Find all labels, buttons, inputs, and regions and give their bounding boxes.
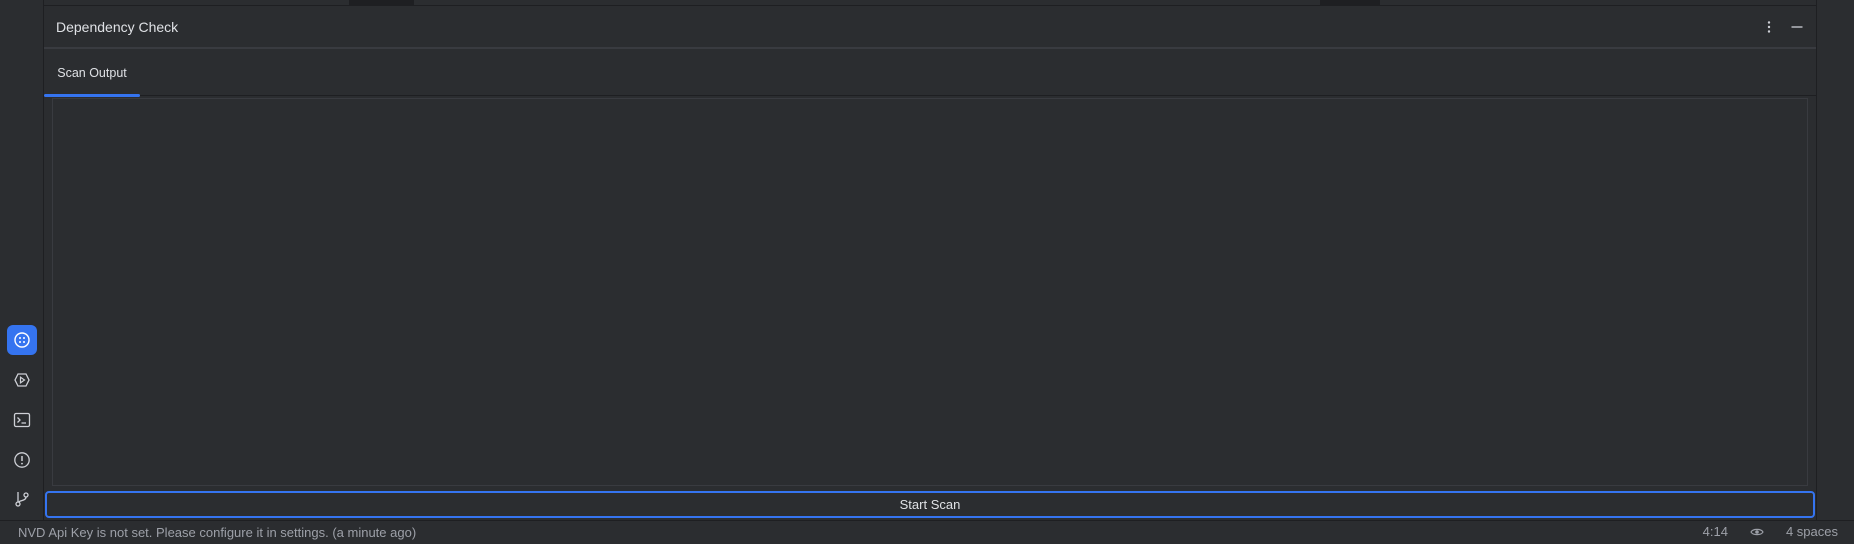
status-widgets: 4:14 4 spaces [1703, 524, 1838, 539]
right-tool-stripe [1816, 0, 1854, 520]
tool-window-actions [1758, 16, 1808, 38]
tab-label: Scan Output [57, 65, 127, 80]
status-message[interactable]: NVD Api Key is not set. Please configure… [18, 525, 416, 540]
readonly-toggle[interactable] [1750, 525, 1764, 539]
scan-output-area[interactable] [52, 98, 1808, 486]
tool-window-tabs: Scan Output [44, 49, 1816, 97]
editor-tab-edge [414, 0, 1320, 5]
problems-stripe-button[interactable] [7, 445, 37, 475]
dependency-check-icon [14, 332, 30, 348]
problems-icon [14, 452, 30, 468]
start-scan-button[interactable]: Start Scan [45, 491, 1815, 518]
tool-window-title: Dependency Check [56, 19, 179, 35]
start-scan-label: Start Scan [899, 497, 961, 512]
ide-window: Dependency Check Scan Output Start Scan … [0, 0, 1854, 544]
eye-icon [1750, 528, 1764, 535]
terminal-icon [13, 412, 31, 428]
minimize-icon [1791, 26, 1803, 28]
more-options-button[interactable] [1758, 16, 1780, 38]
run-icon [14, 373, 30, 387]
indent-settings[interactable]: 4 spaces [1786, 524, 1838, 539]
status-bar: NVD Api Key is not set. Please configure… [0, 520, 1854, 544]
dependency-check-tool-window: Dependency Check Scan Output Start Scan [44, 6, 1816, 520]
tab-scan-output[interactable]: Scan Output [44, 49, 140, 97]
editor-tab-edge [1380, 0, 1816, 5]
caret-position[interactable]: 4:14 [1703, 524, 1728, 539]
terminal-stripe-button[interactable] [7, 405, 37, 435]
dependency-check-stripe-button[interactable] [7, 325, 37, 355]
minimize-button[interactable] [1786, 16, 1808, 38]
git-stripe-button[interactable] [7, 484, 37, 514]
git-icon [15, 492, 29, 507]
editor-tab-edge [44, 0, 349, 5]
run-stripe-button[interactable] [7, 365, 37, 395]
more-vertical-icon [1767, 21, 1771, 33]
scan-output-text [53, 99, 1807, 111]
active-tab-indicator [44, 94, 140, 97]
tool-window-header: Dependency Check [44, 6, 1816, 48]
left-tool-stripe [0, 0, 44, 520]
